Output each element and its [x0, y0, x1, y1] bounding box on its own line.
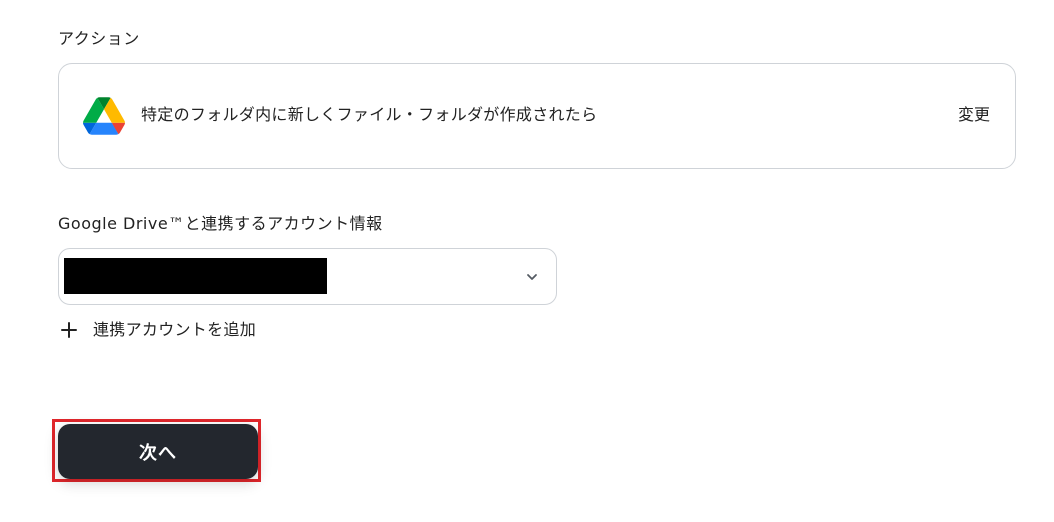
account-select-dropdown[interactable]	[58, 248, 557, 305]
next-button[interactable]: 次へ	[58, 424, 258, 479]
action-section-label: アクション	[58, 29, 140, 48]
chevron-down-icon	[527, 274, 537, 280]
redacted-account-value	[64, 258, 327, 294]
plus-icon	[61, 322, 77, 338]
google-drive-icon	[83, 97, 125, 135]
add-account-link[interactable]: 連携アカウントを追加	[60, 318, 256, 342]
add-account-label: 連携アカウントを追加	[93, 320, 257, 339]
action-description: 特定のフォルダ内に新しくファイル・フォルダが作成されたら	[141, 105, 598, 124]
account-section-label: Google Drive™と連携するアカウント情報	[58, 214, 383, 233]
change-action-button[interactable]: 変更	[958, 104, 990, 126]
action-card: 特定のフォルダ内に新しくファイル・フォルダが作成されたら 変更	[58, 63, 1016, 169]
